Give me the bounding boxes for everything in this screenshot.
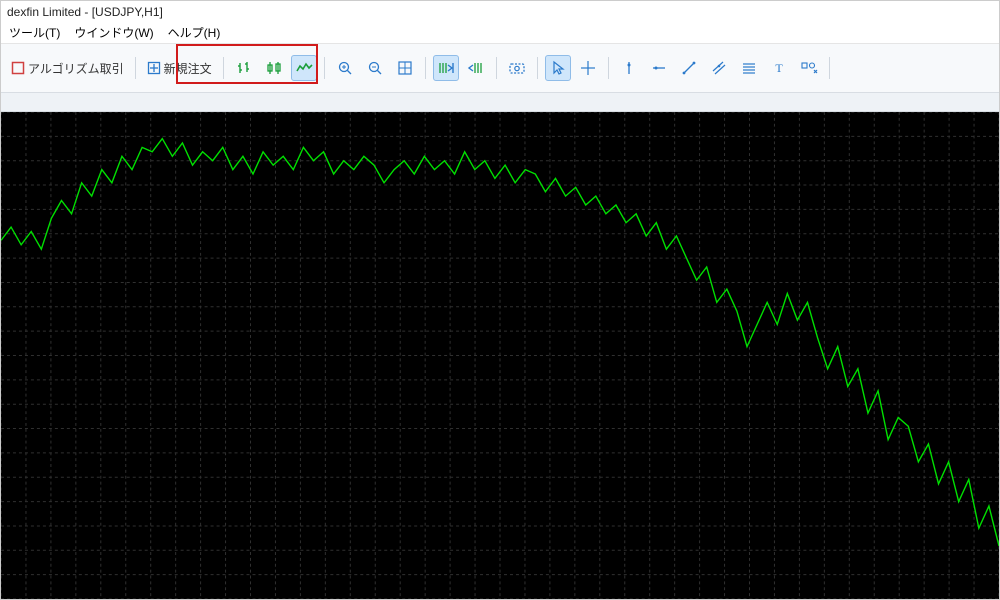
hline-icon: [651, 60, 667, 76]
horizontal-line-button[interactable]: [646, 55, 672, 81]
channel-button[interactable]: [706, 55, 732, 81]
menu-tools[interactable]: ツール(T): [3, 23, 66, 43]
grid-icon: [397, 60, 413, 76]
toolbar-separator: [537, 57, 538, 79]
toolbar: アルゴリズム取引 新規注文: [1, 44, 999, 93]
zoom-in-icon: [337, 60, 353, 76]
chart-panel[interactable]: [1, 112, 999, 599]
candlestick-chart-button[interactable]: [261, 55, 287, 81]
fibonacci-icon: [741, 60, 757, 76]
trendline-icon: [681, 60, 697, 76]
shift-chart-button[interactable]: [463, 55, 489, 81]
svg-text:T: T: [775, 61, 783, 75]
square-stop-icon: [11, 61, 25, 75]
shapes-icon: [800, 60, 818, 76]
vertical-line-button[interactable]: [616, 55, 642, 81]
toolbar-separator: [223, 57, 224, 79]
screenshot-button[interactable]: [504, 55, 530, 81]
toolbar-separator: [496, 57, 497, 79]
menu-bar: ツール(T) ウインドウ(W) ヘルプ(H): [1, 23, 999, 44]
shift-chart-icon: [467, 60, 485, 76]
new-order-label: 新規注文: [164, 60, 212, 77]
line-chart-icon: [295, 60, 313, 76]
new-order-button[interactable]: 新規注文: [143, 55, 216, 81]
zoom-in-button[interactable]: [332, 55, 358, 81]
scroll-end-button[interactable]: [433, 55, 459, 81]
line-chart-button[interactable]: [291, 55, 317, 81]
text-icon: T: [771, 60, 787, 76]
fibonacci-button[interactable]: [736, 55, 762, 81]
toolbar-separator: [829, 57, 830, 79]
toolbar-container: アルゴリズム取引 新規注文: [1, 44, 999, 93]
toolbar-separator: [608, 57, 609, 79]
toolbar-separator: [425, 57, 426, 79]
bar-chart-button[interactable]: [231, 55, 257, 81]
trendline-button[interactable]: [676, 55, 702, 81]
crosshair-icon: [580, 60, 596, 76]
toolbar-separator: [135, 57, 136, 79]
zoom-out-icon: [367, 60, 383, 76]
window-title: dexfin Limited - [USDJPY,H1]: [7, 5, 163, 19]
cursor-icon: [550, 60, 566, 76]
app-window: dexfin Limited - [USDJPY,H1] ツール(T) ウインド…: [0, 0, 1000, 600]
menu-help[interactable]: ヘルプ(H): [162, 23, 227, 43]
zoom-out-button[interactable]: [362, 55, 388, 81]
cursor-button[interactable]: [545, 55, 571, 81]
objects-menu-button[interactable]: [796, 55, 822, 81]
toolbar-separator: [324, 57, 325, 79]
camera-icon: [508, 60, 526, 76]
price-chart: [1, 112, 999, 599]
channel-icon: [711, 60, 727, 76]
tab-strip: [1, 93, 999, 112]
menu-window[interactable]: ウインドウ(W): [68, 23, 159, 43]
text-label-button[interactable]: T: [766, 55, 792, 81]
tile-windows-button[interactable]: [392, 55, 418, 81]
vline-icon: [621, 60, 637, 76]
scroll-end-icon: [437, 60, 455, 76]
algo-trading-toggle[interactable]: アルゴリズム取引: [7, 55, 128, 81]
crosshair-button[interactable]: [575, 55, 601, 81]
algo-trading-label: アルゴリズム取引: [28, 60, 124, 77]
title-bar: dexfin Limited - [USDJPY,H1]: [1, 1, 999, 23]
new-order-icon: [147, 61, 161, 75]
bar-chart-icon: [235, 60, 253, 76]
candlestick-icon: [265, 60, 283, 76]
